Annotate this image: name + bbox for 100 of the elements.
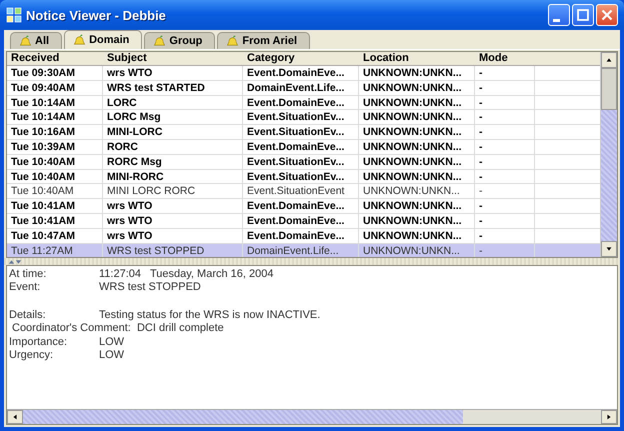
table-cell: UNKNOWN:UNKN... bbox=[359, 170, 475, 184]
scroll-thumb[interactable] bbox=[23, 410, 463, 424]
table-row[interactable]: Tue 10:14AM LORC Msg Event.SituationEv... UNKNOWN:UNKN... - bbox=[7, 110, 600, 126]
table-cell: Tue 11:27AM bbox=[7, 244, 103, 257]
table-cell: UNKNOWN:UNKN... bbox=[359, 96, 475, 110]
minimize-button[interactable] bbox=[548, 4, 570, 26]
table-cell: UNKNOWN:UNKN... bbox=[359, 244, 475, 257]
table-cell: UNKNOWN:UNKN... bbox=[359, 199, 475, 213]
scroll-thumb[interactable] bbox=[601, 68, 617, 110]
down-arrow-icon bbox=[605, 245, 613, 253]
tab[interactable]: Group bbox=[144, 32, 216, 49]
window-title: Notice Viewer - Debbie bbox=[26, 8, 167, 22]
table-cell: - bbox=[475, 80, 535, 95]
table-row[interactable]: Tue 10:39AM RORC Event.DomainEve... UNKNOWN:UNKN... - bbox=[7, 140, 600, 155]
table-cell: Tue 10:14AM bbox=[7, 110, 103, 124]
column-header[interactable]: Subject bbox=[103, 52, 243, 65]
table-cell: - bbox=[475, 154, 535, 169]
table-cell: LORC bbox=[103, 96, 243, 110]
table-row[interactable]: Tue 10:14AM LORC Event.DomainEve... UNKNOWN:UNKN... - bbox=[7, 96, 600, 110]
scroll-up-button[interactable] bbox=[601, 52, 617, 68]
table-cell: MINI-RORC bbox=[103, 170, 243, 184]
column-header[interactable]: Mode bbox=[475, 52, 535, 65]
table-row[interactable]: Tue 09:30AM wrs WTO Event.DomainEve... UNKNOWN:UNKN... - bbox=[7, 66, 600, 81]
table-cell: wrs WTO bbox=[103, 199, 243, 213]
table-cell: Tue 10:40AM bbox=[7, 154, 103, 169]
table-cell: Tue 10:39AM bbox=[7, 140, 103, 154]
tab[interactable]: Domain bbox=[64, 30, 142, 49]
table-cell: UNKNOWN:UNKN... bbox=[359, 184, 475, 198]
table-cell: wrs WTO bbox=[103, 228, 243, 243]
detail-value: 11:27:04 Tuesday, March 16, 2004 bbox=[99, 268, 274, 280]
table-cell: Event.DomainEve... bbox=[243, 140, 359, 154]
column-header[interactable]: Category bbox=[243, 52, 359, 65]
table-cell: UNKNOWN:UNKN... bbox=[359, 214, 475, 228]
table-cell: MINI LORC RORC bbox=[103, 184, 243, 198]
table-cell: Event.SituationEvent bbox=[243, 184, 359, 198]
selected-row[interactable]: Tue 11:27AM WRS test STOPPED DomainEvent.Life... UNKNOWN:UNKN... - bbox=[7, 244, 600, 257]
table-cell: Event.DomainEve... bbox=[243, 96, 359, 110]
table-cell: Tue 10:14AM bbox=[7, 96, 103, 110]
column-header[interactable]: Location bbox=[359, 52, 475, 65]
table-cell: wrs WTO bbox=[103, 66, 243, 80]
bell-icon bbox=[19, 34, 32, 48]
table-cell: - bbox=[475, 125, 535, 139]
table-cell: - bbox=[475, 170, 535, 184]
table-cell: DomainEvent.Life... bbox=[243, 80, 359, 95]
maximize-icon bbox=[574, 6, 592, 24]
table-row[interactable]: Tue 10:16AM MINI-LORC Event.SituationEv... UNKNOWN:UNKN... - bbox=[7, 125, 600, 140]
table-row[interactable]: Tue 10:41AM wrs WTO Event.DomainEve... UNKNOWN:UNKN... - bbox=[7, 199, 600, 214]
table-cell: Tue 10:41AM bbox=[7, 214, 103, 228]
table-row[interactable]: Tue 09:40AM WRS test STARTED DomainEvent.Life... UNKNOWN:UNKN... - bbox=[7, 80, 600, 96]
horizontal-scrollbar[interactable] bbox=[7, 409, 617, 424]
table-cell: - bbox=[475, 184, 535, 198]
bell-icon bbox=[73, 34, 86, 46]
table-cell: Tue 10:47AM bbox=[7, 228, 103, 243]
detail-value: LOW bbox=[99, 349, 124, 362]
table-cell: Event.SituationEv... bbox=[243, 154, 359, 169]
detail-label: Importance: bbox=[9, 336, 68, 348]
table-row[interactable]: Tue 10:40AM RORC Msg Event.SituationEv... UNKNOWN:UNKN... - bbox=[7, 154, 600, 170]
detail-label: At time: bbox=[9, 268, 48, 280]
table-cell: WRS test STARTED bbox=[103, 80, 243, 95]
table-cell: Tue 10:16AM bbox=[7, 125, 103, 139]
table-cell: UNKNOWN:UNKN... bbox=[359, 154, 475, 169]
scroll-right-button[interactable] bbox=[601, 410, 617, 424]
scroll-down-button[interactable] bbox=[601, 241, 617, 257]
table-cell: Event.SituationEv... bbox=[243, 110, 359, 124]
table-cell: Tue 09:40AM bbox=[7, 80, 103, 95]
table-cell: wrs WTO bbox=[103, 214, 243, 228]
table-cell: - bbox=[475, 96, 535, 110]
column-header[interactable]: Received bbox=[7, 52, 103, 65]
table-cell: Event.SituationEv... bbox=[243, 170, 359, 184]
vertical-scrollbar[interactable] bbox=[600, 52, 617, 257]
detail-label: Urgency: bbox=[9, 349, 54, 362]
table-cell: LORC Msg bbox=[103, 110, 243, 124]
table-cell: Tue 10:40AM bbox=[7, 184, 103, 198]
table-cell: DomainEvent.Life... bbox=[243, 244, 359, 257]
table-cell: - bbox=[475, 244, 535, 257]
detail-label: Event: bbox=[9, 281, 42, 294]
table-cell: UNKNOWN:UNKN... bbox=[359, 228, 475, 243]
bell-icon bbox=[226, 34, 240, 48]
table-cell: UNKNOWN:UNKN... bbox=[359, 140, 475, 154]
table-cell: Event.DomainEve... bbox=[243, 214, 359, 228]
maximize-button[interactable] bbox=[572, 4, 594, 26]
close-button[interactable] bbox=[596, 4, 618, 26]
table-row[interactable]: Tue 10:40AM MINI LORC RORC Event.SituationEvent UNKNOWN:UNKN... - bbox=[7, 184, 600, 200]
detail-label: Details: bbox=[9, 308, 47, 321]
table-cell: UNKNOWN:UNKN... bbox=[359, 80, 475, 95]
tab[interactable]: All bbox=[10, 32, 62, 49]
table-row[interactable]: Tue 10:41AM wrs WTO Event.DomainEve... UNKNOWN:UNKN... - bbox=[7, 214, 600, 229]
up-arrow-icon bbox=[605, 56, 613, 64]
table-cell: Event.SituationEv... bbox=[243, 125, 359, 139]
app-icon bbox=[6, 7, 22, 23]
table-cell: MINI-LORC bbox=[103, 125, 243, 139]
table-row[interactable]: Tue 10:40AM MINI-RORC Event.SituationEv... UNKNOWN:UNKN... - bbox=[7, 170, 600, 184]
table-cell: Tue 10:41AM bbox=[7, 199, 103, 213]
scroll-left-button[interactable] bbox=[7, 410, 23, 424]
detail-text: Coordinator's Comment: DCI drill complete bbox=[11, 322, 224, 334]
table-cell: UNKNOWN:UNKN... bbox=[359, 110, 475, 124]
table-cell: UNKNOWN:UNKN... bbox=[359, 125, 475, 139]
detail-value: Testing status for the WRS is now INACTIVE. bbox=[99, 308, 320, 321]
table-cell: - bbox=[475, 228, 535, 243]
tab[interactable]: From Ariel bbox=[217, 32, 310, 49]
